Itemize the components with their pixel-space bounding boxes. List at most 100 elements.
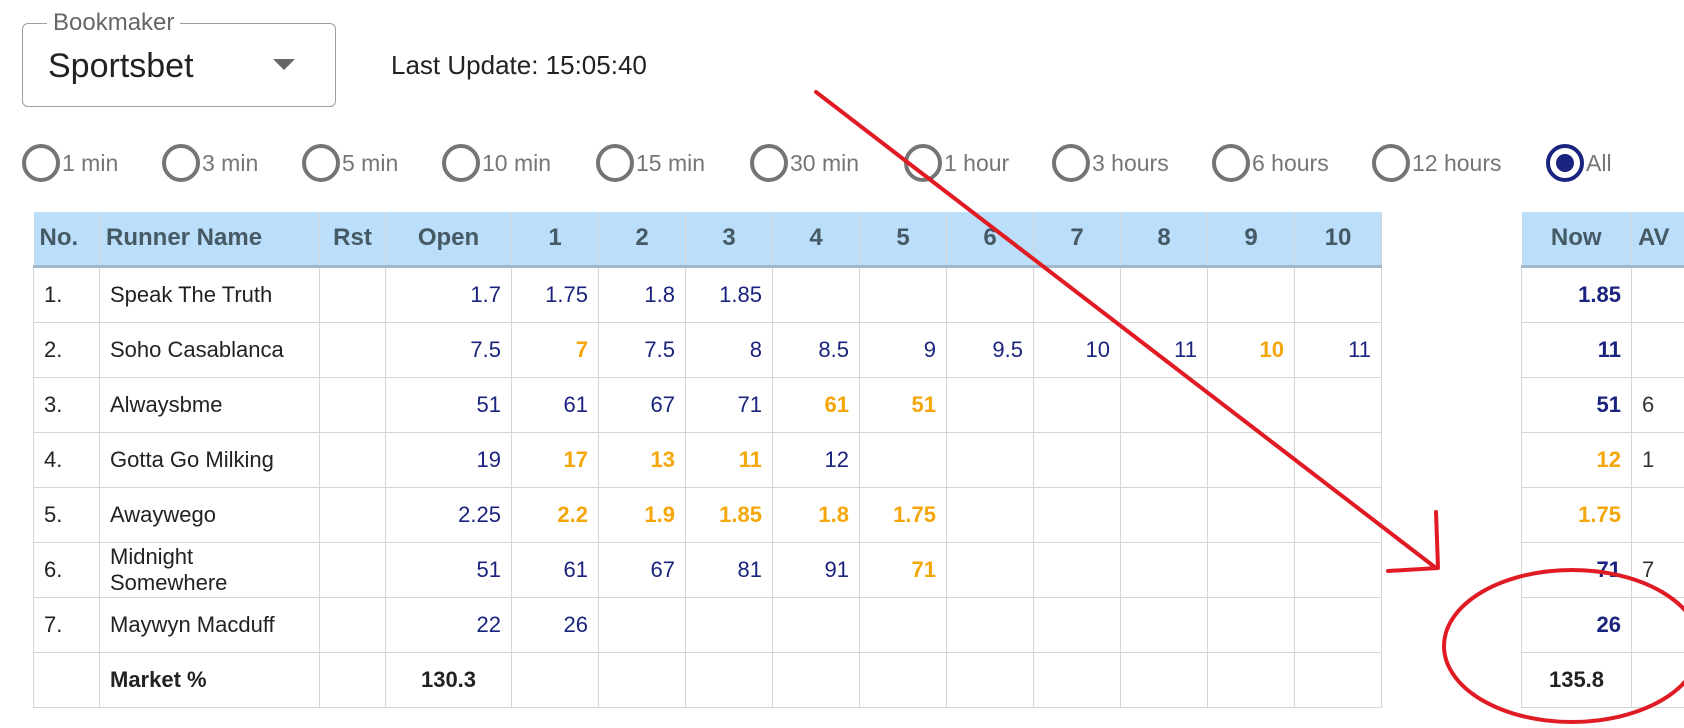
odds-move-4: 91	[772, 541, 860, 598]
radio-unselected-icon[interactable]	[162, 144, 200, 182]
radio-15-min[interactable]: 15 min	[596, 144, 726, 182]
column-header-av: AV	[1631, 212, 1684, 268]
table-row[interactable]: 7. Maywyn Macduff 22 26	[33, 596, 1382, 653]
table-row[interactable]: 2. Soho Casablanca 7.5 7 7.5 8 8.5 9 9.5 10 11 10 11	[33, 321, 1382, 378]
radio-unselected-icon[interactable]	[442, 144, 480, 182]
odds-move-2: 1.9	[598, 486, 686, 543]
radio-3-hours[interactable]: 3 hours	[1052, 144, 1188, 182]
radio-1-hour[interactable]: 1 hour	[904, 144, 1028, 182]
radio-6-hours[interactable]: 6 hours	[1212, 144, 1348, 182]
odds-move-1: 2.2	[511, 486, 599, 543]
odds-move-10: 11	[1294, 321, 1382, 378]
runner-number: 4.	[33, 431, 100, 488]
odds-move-1: 17	[511, 431, 599, 488]
odds-move-2	[598, 596, 686, 653]
odds-move-9	[1207, 431, 1295, 488]
odds-move-6	[946, 376, 1034, 433]
radio-unselected-icon[interactable]	[302, 144, 340, 182]
runner-rst	[319, 596, 386, 653]
now-row[interactable]: 1.85	[1521, 265, 1684, 323]
odds-move-4: 61	[772, 376, 860, 433]
table-row[interactable]: 4. Gotta Go Milking 19 17 13 11 12	[33, 431, 1382, 488]
odds-move-3	[685, 596, 773, 653]
radio-3-min[interactable]: 3 min	[162, 144, 278, 182]
now-row[interactable]: 1.75	[1521, 486, 1684, 543]
now-odds: 12	[1521, 431, 1632, 488]
radio-label: 30 min	[790, 149, 860, 176]
radio-unselected-icon[interactable]	[1212, 144, 1250, 182]
table-row[interactable]: 5. Awaywego 2.25 2.2 1.9 1.85 1.8 1.75	[33, 486, 1382, 543]
av-market-empty	[1631, 651, 1684, 708]
odds-move-1: 61	[511, 376, 599, 433]
market-label: Market %	[99, 651, 320, 708]
odds-move-7	[1033, 265, 1121, 323]
radio-unselected-icon[interactable]	[1052, 144, 1090, 182]
av-value	[1631, 265, 1684, 323]
radio-10-min[interactable]: 10 min	[442, 144, 572, 182]
odds-move-3: 11	[685, 431, 773, 488]
column-header-rst: Rst	[319, 212, 386, 268]
radio-1-min[interactable]: 1 min	[22, 144, 138, 182]
bookmaker-select[interactable]: Bookmaker Sportsbet	[22, 9, 336, 107]
odds-move-8	[1120, 431, 1208, 488]
table-row[interactable]: 3. Alwaysbme 51 61 67 71 61 51	[33, 376, 1382, 433]
odds-move-2: 13	[598, 431, 686, 488]
now-row[interactable]: 11	[1521, 321, 1684, 378]
column-header-open: Open	[385, 212, 512, 268]
radio-selected-icon[interactable]	[1546, 144, 1584, 182]
bookmaker-value: Sportsbet	[48, 47, 194, 85]
radio-unselected-icon[interactable]	[22, 144, 60, 182]
radio-unselected-icon[interactable]	[750, 144, 788, 182]
odds-move-3: 1.85	[685, 486, 773, 543]
odds-move-2: 67	[598, 541, 686, 598]
radio-30-min[interactable]: 30 min	[750, 144, 880, 182]
now-row[interactable]: 71 7	[1521, 541, 1684, 598]
radio-5-min[interactable]: 5 min	[302, 144, 418, 182]
radio-unselected-icon[interactable]	[1372, 144, 1410, 182]
odds-move-9	[1207, 541, 1295, 598]
av-value: 6	[1631, 376, 1684, 433]
table-row[interactable]: 6. Midnight Somewhere 51 61 67 81 91 71	[33, 541, 1382, 598]
odds-move-8: 11	[1120, 321, 1208, 378]
runner-rst	[319, 541, 386, 598]
now-row[interactable]: 51 6	[1521, 376, 1684, 433]
market-row: Market % 130.3	[33, 651, 1382, 708]
av-value: 7	[1631, 541, 1684, 598]
radio-unselected-icon[interactable]	[596, 144, 634, 182]
radio-label: 3 hours	[1092, 149, 1169, 176]
radio-All[interactable]: All	[1546, 144, 1616, 182]
now-row[interactable]: 26	[1521, 596, 1684, 653]
market-empty	[511, 651, 599, 708]
odds-table-header: No. Runner Name Rst Open 1 2 3 4 5 6 7 8 9 10	[33, 212, 1382, 268]
odds-move-3: 81	[685, 541, 773, 598]
odds-move-4: 8.5	[772, 321, 860, 378]
odds-move-10	[1294, 486, 1382, 543]
column-header-8: 8	[1120, 212, 1208, 268]
table-row[interactable]: 1. Speak The Truth 1.7 1.75 1.8 1.85	[33, 265, 1382, 323]
open-odds: 19	[385, 431, 512, 488]
radio-label: 1 hour	[944, 149, 1010, 176]
odds-move-1: 1.75	[511, 265, 599, 323]
market-empty	[1294, 651, 1382, 708]
odds-move-5: 51	[859, 376, 947, 433]
column-header-6: 6	[946, 212, 1034, 268]
market-empty	[33, 651, 100, 708]
runner-rst	[319, 486, 386, 543]
radio-label: 12 hours	[1412, 149, 1502, 176]
now-row[interactable]: 12 1	[1521, 431, 1684, 488]
open-odds: 51	[385, 541, 512, 598]
runner-name: Alwaysbme	[99, 376, 320, 433]
runner-number: 6.	[33, 541, 100, 598]
odds-move-7	[1033, 376, 1121, 433]
radio-12-hours[interactable]: 12 hours	[1372, 144, 1522, 182]
runner-number: 3.	[33, 376, 100, 433]
column-header-1: 1	[511, 212, 599, 268]
radio-unselected-icon[interactable]	[904, 144, 942, 182]
caret-down-icon[interactable]	[273, 59, 295, 70]
bookmaker-label: Bookmaker	[47, 9, 181, 37]
odds-move-7	[1033, 431, 1121, 488]
odds-move-6	[946, 265, 1034, 323]
market-empty	[859, 651, 947, 708]
odds-move-10	[1294, 265, 1382, 323]
runner-name: Midnight Somewhere	[99, 541, 320, 598]
